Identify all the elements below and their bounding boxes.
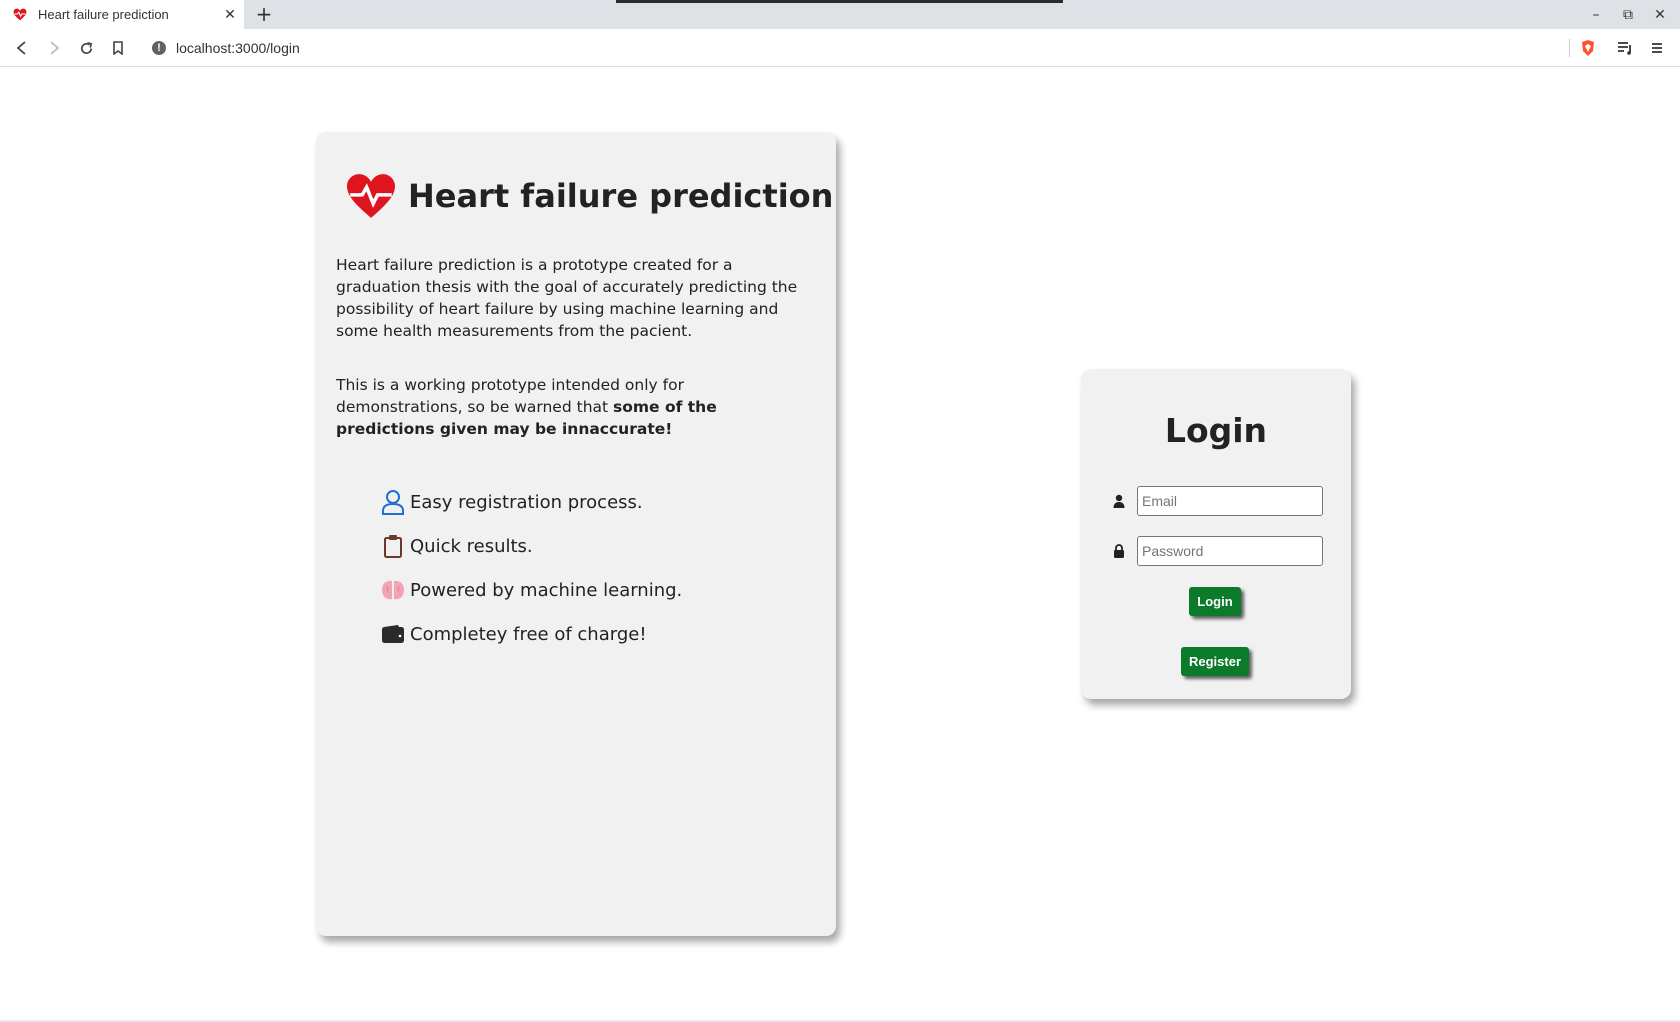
heart-favicon-icon	[12, 7, 28, 23]
page-title: Heart failure prediction	[408, 177, 834, 215]
tab-strip-indicator	[616, 0, 1063, 3]
tab-strip: Heart failure prediction ✕ + – ⧉ ✕	[0, 0, 1680, 29]
bookmark-button[interactable]	[107, 37, 129, 59]
browser-tab[interactable]: Heart failure prediction ✕	[0, 0, 244, 29]
user-icon	[1111, 493, 1127, 509]
password-row	[1111, 536, 1323, 566]
password-field[interactable]	[1137, 536, 1323, 566]
feature-item: Completey free of charge!	[380, 612, 682, 656]
playlist-icon	[1618, 42, 1631, 55]
lock-icon	[1111, 543, 1127, 559]
address-bar-divider	[1569, 39, 1570, 57]
info-card: Heart failure prediction Heart failure p…	[316, 132, 836, 936]
forward-arrow-icon	[50, 41, 60, 55]
card-header: Heart failure prediction	[344, 172, 833, 220]
browser-toolbar: ! localhost:3000/login	[0, 29, 1680, 67]
feature-item: Quick results.	[380, 524, 682, 568]
register-button[interactable]: Register	[1181, 647, 1249, 676]
reload-icon	[80, 41, 92, 54]
tab-close-icon[interactable]: ✕	[216, 6, 244, 23]
reload-button[interactable]	[75, 37, 97, 59]
description-text: Heart failure prediction is a prototype …	[336, 256, 798, 340]
email-field[interactable]	[1137, 486, 1323, 516]
login-title: Login	[1164, 411, 1268, 450]
tab-title: Heart failure prediction	[38, 7, 169, 22]
back-button[interactable]	[11, 37, 33, 59]
bookmark-icon	[113, 41, 123, 55]
menu-button[interactable]	[1646, 37, 1668, 59]
brave-shields-icon[interactable]	[1580, 39, 1596, 57]
feature-text: Quick results.	[410, 535, 533, 557]
feature-text: Easy registration process.	[410, 491, 643, 513]
restore-button[interactable]: ⧉	[1616, 4, 1640, 26]
hamburger-menu-icon	[1652, 43, 1662, 53]
url-text: localhost:3000/login	[176, 39, 300, 56]
brain-icon	[380, 577, 406, 603]
email-row	[1111, 486, 1323, 516]
feature-text: Powered by machine learning.	[410, 579, 683, 601]
feature-item: Easy registration process.	[380, 480, 682, 524]
clipboard-icon	[380, 533, 406, 559]
login-card: Login Login Register	[1081, 369, 1351, 699]
feature-text: Completey free of charge!	[410, 623, 647, 645]
close-window-button[interactable]: ✕	[1648, 4, 1672, 26]
forward-button[interactable]	[43, 37, 65, 59]
back-arrow-icon	[16, 41, 26, 55]
wallet-icon	[380, 621, 406, 647]
heart-pulse-icon	[347, 174, 395, 218]
minimize-button[interactable]: –	[1584, 4, 1608, 26]
user-icon	[380, 489, 406, 515]
site-info-icon[interactable]: !	[152, 40, 166, 55]
new-tab-button[interactable]: +	[252, 3, 276, 27]
warning-text: This is a working prototype intended onl…	[336, 374, 814, 440]
playlist-button[interactable]	[1614, 37, 1636, 59]
feature-item: Powered by machine learning.	[380, 568, 682, 612]
feature-list: Easy registration process. Quick results…	[380, 480, 682, 656]
login-button[interactable]: Login	[1189, 587, 1241, 616]
address-bar[interactable]: ! localhost:3000/login	[140, 33, 1606, 62]
